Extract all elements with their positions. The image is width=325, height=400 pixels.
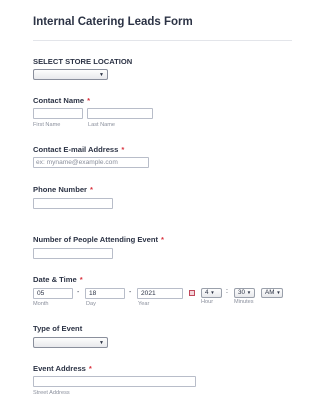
datetime-label: Date & Time * (33, 275, 83, 284)
people-label: Number of People Attending Event * (33, 235, 164, 244)
email-placeholder: ex: myname@example.com (36, 159, 118, 166)
year-value: 2021 (141, 290, 156, 297)
chevron-down-icon: ▼ (99, 72, 104, 78)
ampm-select[interactable]: AM ▼ (261, 288, 283, 298)
email-input[interactable]: ex: myname@example.com (33, 157, 149, 168)
date-separator: - (129, 289, 132, 296)
month-value: 05 (37, 290, 45, 297)
hour-sublabel: Hour (201, 299, 214, 305)
last-name-input[interactable] (87, 108, 153, 119)
store-location-select[interactable]: ▼ (33, 69, 108, 80)
calendar-icon[interactable] (189, 290, 195, 296)
form-title: Internal Catering Leads Form (33, 16, 193, 28)
month-sublabel: Month (33, 301, 49, 307)
event-type-select[interactable]: ▼ (33, 337, 108, 348)
last-name-sublabel: Last Name (88, 122, 116, 128)
street-address-input[interactable] (33, 376, 196, 387)
event-address-label: Event Address * (33, 364, 92, 373)
first-name-input[interactable] (33, 108, 83, 119)
hour-select[interactable]: 4 ▼ (201, 288, 222, 298)
street-address-sublabel: Street Address (33, 390, 70, 396)
phone-input[interactable] (33, 198, 113, 209)
chevron-down-icon: ▼ (99, 340, 104, 346)
minute-select[interactable]: 30 ▼ (234, 288, 255, 298)
year-sublabel: Year (138, 301, 150, 307)
date-separator: - (77, 289, 80, 296)
day-value: 18 (89, 290, 97, 297)
first-name-sublabel: First Name (33, 122, 61, 128)
contact-name-label: Contact Name * (33, 96, 91, 105)
store-location-label: SELECT STORE LOCATION (33, 57, 133, 66)
phone-label: Phone Number * (33, 185, 93, 194)
day-sublabel: Day (86, 301, 96, 307)
month-input[interactable]: 05 (33, 288, 73, 299)
event-type-label: Type of Event (33, 324, 83, 333)
day-input[interactable]: 18 (85, 288, 125, 299)
year-input[interactable]: 2021 (137, 288, 183, 299)
time-colon: : (226, 288, 228, 295)
header-divider (33, 40, 292, 41)
people-input[interactable] (33, 248, 113, 259)
email-label: Contact E-mail Address * (33, 145, 125, 154)
minute-sublabel: Minutes (234, 299, 254, 305)
